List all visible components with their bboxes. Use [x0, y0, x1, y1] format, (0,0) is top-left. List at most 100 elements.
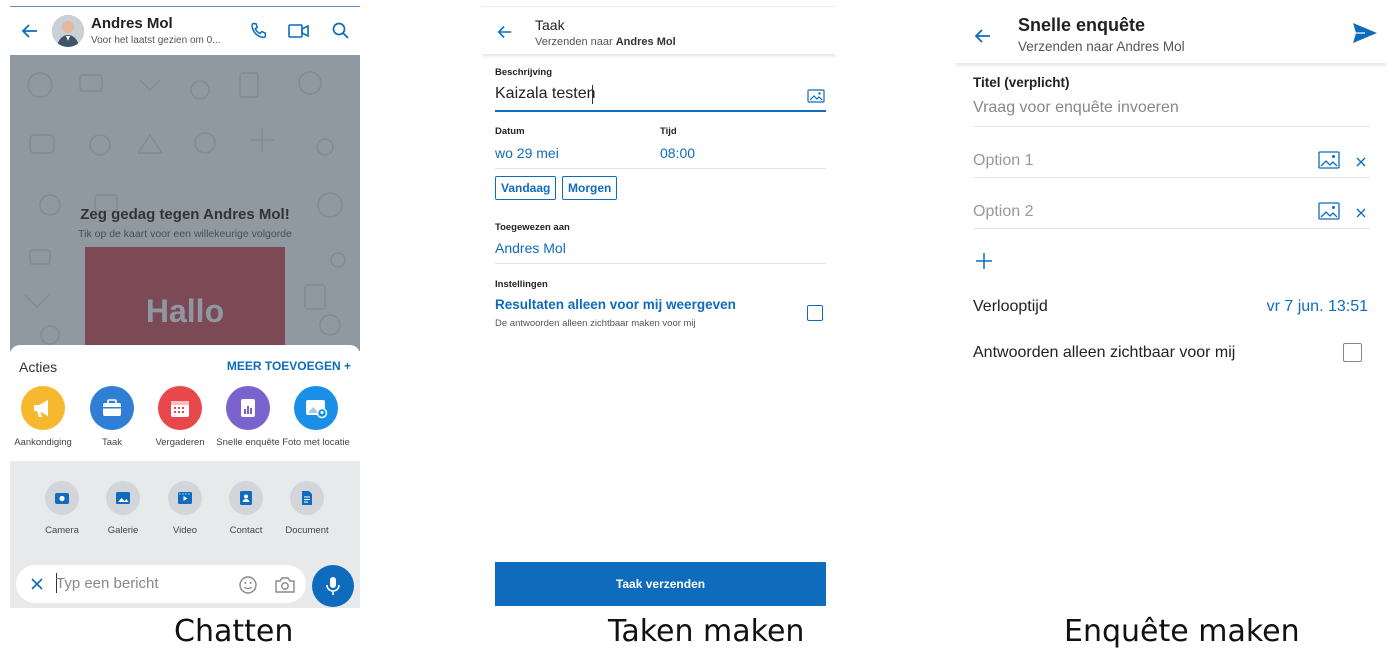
close-icon[interactable]	[29, 576, 45, 592]
divider	[495, 168, 826, 169]
task-screen: Taak Verzenden naar Andres Mol Beschrijv…	[482, 6, 836, 612]
message-input[interactable]: Typ een bericht	[56, 575, 159, 592]
description-input[interactable]: Kaizala testen	[495, 85, 596, 103]
results-private-checkbox[interactable]	[807, 305, 823, 321]
action-label: Taak	[101, 437, 123, 448]
emoji-icon[interactable]	[238, 575, 258, 595]
divider	[973, 126, 1370, 127]
divider	[495, 263, 826, 264]
back-arrow-icon[interactable]	[973, 26, 993, 46]
divider	[973, 177, 1370, 178]
add-more-button[interactable]: MEER TOEVOEGEN +	[227, 359, 351, 373]
video-icon	[168, 481, 202, 515]
today-button[interactable]: Vandaag	[495, 176, 557, 200]
send-icon[interactable]	[1352, 21, 1378, 45]
media-label: Document	[285, 525, 329, 536]
option-2-input[interactable]: Option 2	[973, 203, 1033, 221]
setting-title: Resultaten alleen voor mij weergeven	[495, 297, 736, 312]
send-task-button[interactable]: Taak verzenden	[495, 562, 826, 606]
remove-option-2-icon[interactable]	[1356, 208, 1366, 218]
assigned-field[interactable]: Andres Mol	[495, 240, 566, 256]
action-task[interactable]: Taak	[78, 386, 146, 448]
setting-description: De antwoorden alleen zichtbaar maken voo…	[495, 318, 696, 329]
image-attach-icon[interactable]	[1318, 201, 1340, 221]
avatar[interactable]	[52, 15, 84, 47]
time-label: Tijd	[660, 126, 677, 137]
greeting-hint: Tik op de kaart voor een willekeurige vo…	[78, 228, 292, 240]
video-call-icon[interactable]	[288, 22, 310, 40]
chat-header: Andres Mol Voor het laatst gezien om 0..…	[10, 7, 360, 55]
image-attach-icon[interactable]	[807, 88, 825, 104]
tomorrow-button[interactable]: Morgen	[562, 176, 618, 200]
question-input[interactable]: Vraag voor enquête invoeren	[973, 99, 1179, 117]
action-label: Aankondiging	[14, 437, 72, 448]
photo-location-icon	[294, 386, 338, 430]
time-field[interactable]: 08:00	[660, 145, 695, 161]
media-gallery[interactable]: Galerie	[93, 481, 153, 536]
task-header: Taak Verzenden naar Andres Mol	[482, 6, 836, 54]
media-label: Contact	[229, 525, 263, 536]
media-label: Camera	[45, 525, 79, 536]
text-cursor	[592, 85, 593, 104]
expiry-value[interactable]: vr 7 jun. 13:51	[1267, 298, 1368, 316]
send-to-prefix: Verzenden naar	[535, 36, 613, 48]
media-camera[interactable]: Camera	[32, 481, 92, 536]
action-announcement[interactable]: Aankondiging	[10, 386, 77, 448]
poll-icon	[226, 386, 270, 430]
gallery-icon	[106, 481, 140, 515]
back-arrow-icon[interactable]	[20, 21, 40, 41]
action-quick-poll[interactable]: Snelle enquête	[214, 386, 282, 448]
poll-title: Snelle enquête	[1018, 15, 1146, 35]
poll-subtitle: Verzenden naar Andres Mol	[1018, 39, 1185, 54]
question-label: Titel (verplicht)	[973, 75, 1070, 90]
poll-header: Snelle enquête Verzenden naar Andres Mol	[955, 6, 1387, 63]
back-arrow-icon[interactable]	[496, 23, 514, 41]
date-field[interactable]: wo 29 mei	[495, 145, 559, 161]
actions-title: Acties	[19, 359, 58, 375]
action-photo-location[interactable]: Foto met locatie	[282, 386, 350, 448]
expiry-label: Verlooptijd	[973, 298, 1048, 315]
briefcase-icon	[90, 386, 134, 430]
task-title: Taak	[535, 17, 565, 33]
search-icon[interactable]	[331, 21, 351, 41]
action-label: Foto met locatie	[282, 437, 350, 448]
calendar-icon	[158, 386, 202, 430]
action-label: Vergaderen	[155, 437, 205, 448]
document-icon	[290, 481, 324, 515]
greeting-card-text: Hallo	[145, 293, 225, 329]
last-seen-status: Voor het laatst gezien om 0...	[91, 35, 221, 46]
caption-task: Taken maken	[608, 614, 805, 649]
private-responses-label: Antwoorden alleen zichtbaar voor mij	[973, 344, 1236, 361]
recipient-name: Andres Mol	[615, 36, 676, 48]
date-label: Datum	[495, 126, 525, 137]
chat-screen: Andres Mol Voor het laatst gezien om 0..…	[10, 6, 360, 608]
action-meeting[interactable]: Vergaderen	[146, 386, 214, 448]
private-responses-checkbox[interactable]	[1343, 343, 1362, 362]
action-label: Snelle enquête	[216, 437, 280, 448]
greeting-title: Zeg gedag tegen Andres Mol!	[80, 206, 290, 223]
assigned-label: Toegewezen aan	[495, 222, 570, 233]
camera-icon	[45, 481, 79, 515]
caption-poll: Enquête maken	[1064, 614, 1300, 649]
caption-chat: Chatten	[174, 614, 294, 649]
option-1-input[interactable]: Option 1	[973, 152, 1033, 170]
task-recipient-line: Verzenden naar Andres Mol	[535, 36, 676, 48]
media-contact[interactable]: Contact	[216, 481, 276, 536]
remove-option-1-icon[interactable]	[1356, 157, 1366, 167]
mic-button[interactable]	[312, 565, 354, 607]
megaphone-icon	[21, 386, 65, 430]
camera-icon[interactable]	[274, 575, 296, 595]
media-label: Galerie	[107, 525, 139, 536]
phone-icon[interactable]	[249, 21, 269, 41]
contact-icon	[229, 481, 263, 515]
microphone-icon	[323, 575, 343, 597]
contact-name[interactable]: Andres Mol	[91, 15, 173, 32]
description-underline	[495, 110, 826, 112]
add-option-icon[interactable]	[974, 251, 994, 271]
media-label: Video	[172, 525, 198, 536]
media-document[interactable]: Document	[277, 481, 337, 536]
poll-screen: Snelle enquête Verzenden naar Andres Mol…	[955, 6, 1387, 612]
media-video[interactable]: Video	[155, 481, 215, 536]
divider	[973, 228, 1370, 229]
image-attach-icon[interactable]	[1318, 150, 1340, 170]
